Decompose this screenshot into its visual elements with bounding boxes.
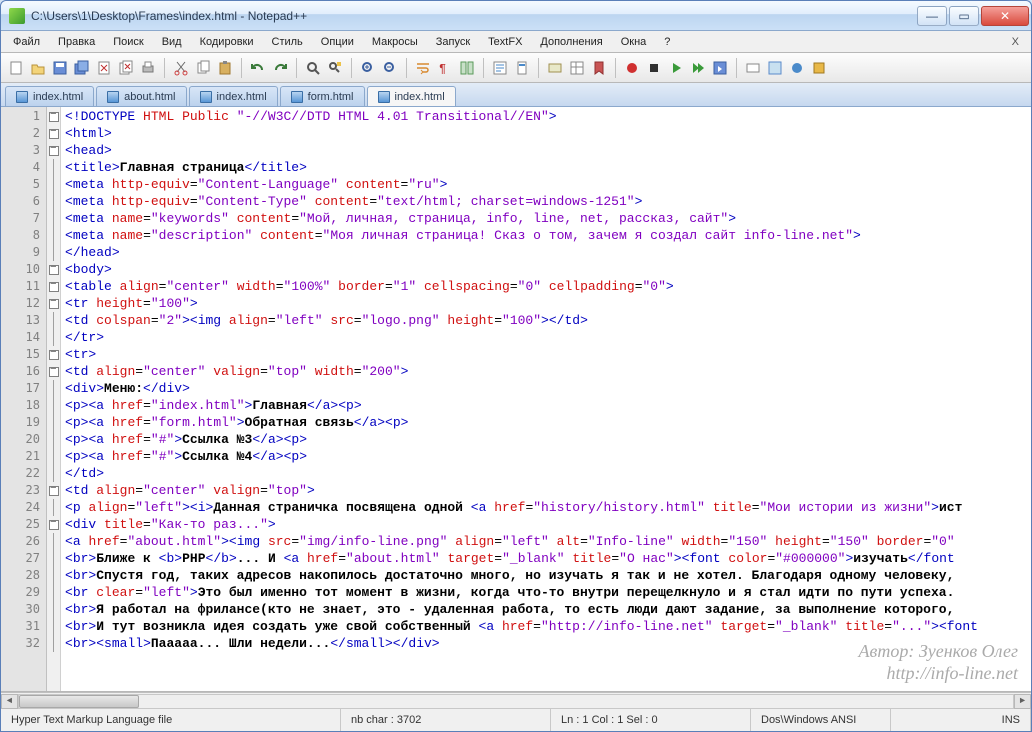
menu-macros[interactable]: Макросы xyxy=(364,34,426,50)
function-list-icon[interactable] xyxy=(491,59,509,77)
new-file-icon[interactable] xyxy=(7,59,25,77)
file-icon xyxy=(200,91,212,103)
titlebar[interactable]: C:\Users\1\Desktop\Frames\index.html - N… xyxy=(1,1,1031,31)
close-button[interactable]: ✕ xyxy=(981,6,1029,26)
toolbar-separator xyxy=(538,58,539,78)
menu-textfx[interactable]: TextFX xyxy=(480,34,530,50)
replace-icon[interactable] xyxy=(326,59,344,77)
toolbar-icon[interactable] xyxy=(568,59,586,77)
minimize-button[interactable]: — xyxy=(917,6,947,26)
toolbar-separator xyxy=(241,58,242,78)
status-position: Ln : 1 Col : 1 Sel : 0 xyxy=(551,709,751,731)
toolbar-separator xyxy=(483,58,484,78)
maximize-button[interactable]: ▭ xyxy=(949,6,979,26)
print-icon[interactable] xyxy=(139,59,157,77)
find-icon[interactable] xyxy=(304,59,322,77)
undo-icon[interactable] xyxy=(249,59,267,77)
window-title: C:\Users\1\Desktop\Frames\index.html - N… xyxy=(31,9,307,23)
scroll-right-button[interactable]: ► xyxy=(1014,694,1031,709)
file-tab[interactable]: about.html xyxy=(96,86,186,106)
horizontal-scrollbar[interactable]: ◄ ► xyxy=(1,692,1031,709)
scroll-thumb[interactable] xyxy=(19,695,139,708)
tab-label: index.html xyxy=(395,91,445,103)
scroll-track[interactable] xyxy=(18,694,1014,709)
tab-label: form.html xyxy=(308,91,354,103)
doc-map-icon[interactable] xyxy=(513,59,531,77)
copy-icon[interactable] xyxy=(194,59,212,77)
toolbar-separator xyxy=(351,58,352,78)
indent-guide-icon[interactable] xyxy=(458,59,476,77)
tab-label: about.html xyxy=(124,91,175,103)
file-tab-active[interactable]: index.html xyxy=(367,86,456,106)
stop-macro-icon[interactable] xyxy=(645,59,663,77)
zoom-out-icon[interactable] xyxy=(381,59,399,77)
status-filetype: Hyper Text Markup Language file xyxy=(1,709,341,731)
tab-label: index.html xyxy=(33,91,83,103)
menu-windows[interactable]: Окна xyxy=(613,34,655,50)
paste-icon[interactable] xyxy=(216,59,234,77)
menu-options[interactable]: Опции xyxy=(313,34,362,50)
menu-help[interactable]: ? xyxy=(656,34,678,50)
mdi-close-icon[interactable]: X xyxy=(1004,36,1027,48)
status-encoding: Dos\Windows ANSI xyxy=(751,709,891,731)
fold-column[interactable] xyxy=(47,107,61,691)
menubar: Файл Правка Поиск Вид Кодировки Стиль Оп… xyxy=(1,31,1031,53)
statusbar: Hyper Text Markup Language file nb char … xyxy=(1,709,1031,731)
zoom-in-icon[interactable] xyxy=(359,59,377,77)
toolbar-icon[interactable] xyxy=(546,59,564,77)
document-tabs: index.html about.html index.html form.ht… xyxy=(1,83,1031,107)
toolbar: ¶ xyxy=(1,53,1031,83)
toolbar-separator xyxy=(736,58,737,78)
file-icon xyxy=(291,91,303,103)
scroll-left-button[interactable]: ◄ xyxy=(1,694,18,709)
toolbar-icon[interactable] xyxy=(810,59,828,77)
toolbar-separator xyxy=(406,58,407,78)
open-file-icon[interactable] xyxy=(29,59,47,77)
save-all-icon[interactable] xyxy=(73,59,91,77)
toolbar-icon[interactable] xyxy=(788,59,806,77)
menu-file[interactable]: Файл xyxy=(5,34,48,50)
window-controls: — ▭ ✕ xyxy=(917,6,1029,26)
file-icon xyxy=(378,91,390,103)
line-numbers: 1234567891011121314151617181920212223242… xyxy=(1,107,47,691)
menu-encoding[interactable]: Кодировки xyxy=(192,34,262,50)
editor[interactable]: 1234567891011121314151617181920212223242… xyxy=(1,107,1031,692)
file-icon xyxy=(107,91,119,103)
record-macro-icon[interactable] xyxy=(623,59,641,77)
menu-edit[interactable]: Правка xyxy=(50,34,103,50)
menu-view[interactable]: Вид xyxy=(154,34,190,50)
redo-icon[interactable] xyxy=(271,59,289,77)
toolbar-icon[interactable] xyxy=(590,59,608,77)
menu-search[interactable]: Поиск xyxy=(105,34,151,50)
toolbar-icon[interactable] xyxy=(766,59,784,77)
menu-plugins[interactable]: Дополнения xyxy=(532,34,610,50)
file-tab[interactable]: form.html xyxy=(280,86,365,106)
show-all-chars-icon[interactable]: ¶ xyxy=(436,59,454,77)
close-file-icon[interactable] xyxy=(95,59,113,77)
file-icon xyxy=(16,91,28,103)
file-tab[interactable]: index.html xyxy=(189,86,278,106)
menu-run[interactable]: Запуск xyxy=(428,34,478,50)
play-multi-icon[interactable] xyxy=(689,59,707,77)
file-tab[interactable]: index.html xyxy=(5,86,94,106)
save-macro-icon[interactable] xyxy=(711,59,729,77)
menu-language[interactable]: Стиль xyxy=(264,34,311,50)
cut-icon[interactable] xyxy=(172,59,190,77)
play-macro-icon[interactable] xyxy=(667,59,685,77)
status-mode[interactable]: INS xyxy=(891,709,1031,731)
app-icon xyxy=(9,8,25,24)
close-all-icon[interactable] xyxy=(117,59,135,77)
save-icon[interactable] xyxy=(51,59,69,77)
toolbar-separator xyxy=(615,58,616,78)
tab-label: index.html xyxy=(217,91,267,103)
toolbar-icon[interactable] xyxy=(744,59,762,77)
toolbar-separator xyxy=(296,58,297,78)
status-charcount: nb char : 3702 xyxy=(341,709,551,731)
wordwrap-icon[interactable] xyxy=(414,59,432,77)
svg-text:¶: ¶ xyxy=(439,62,446,76)
toolbar-separator xyxy=(164,58,165,78)
app-window: C:\Users\1\Desktop\Frames\index.html - N… xyxy=(0,0,1032,732)
code-content[interactable]: <!DOCTYPE HTML Public "-//W3C//DTD HTML … xyxy=(61,107,1031,691)
